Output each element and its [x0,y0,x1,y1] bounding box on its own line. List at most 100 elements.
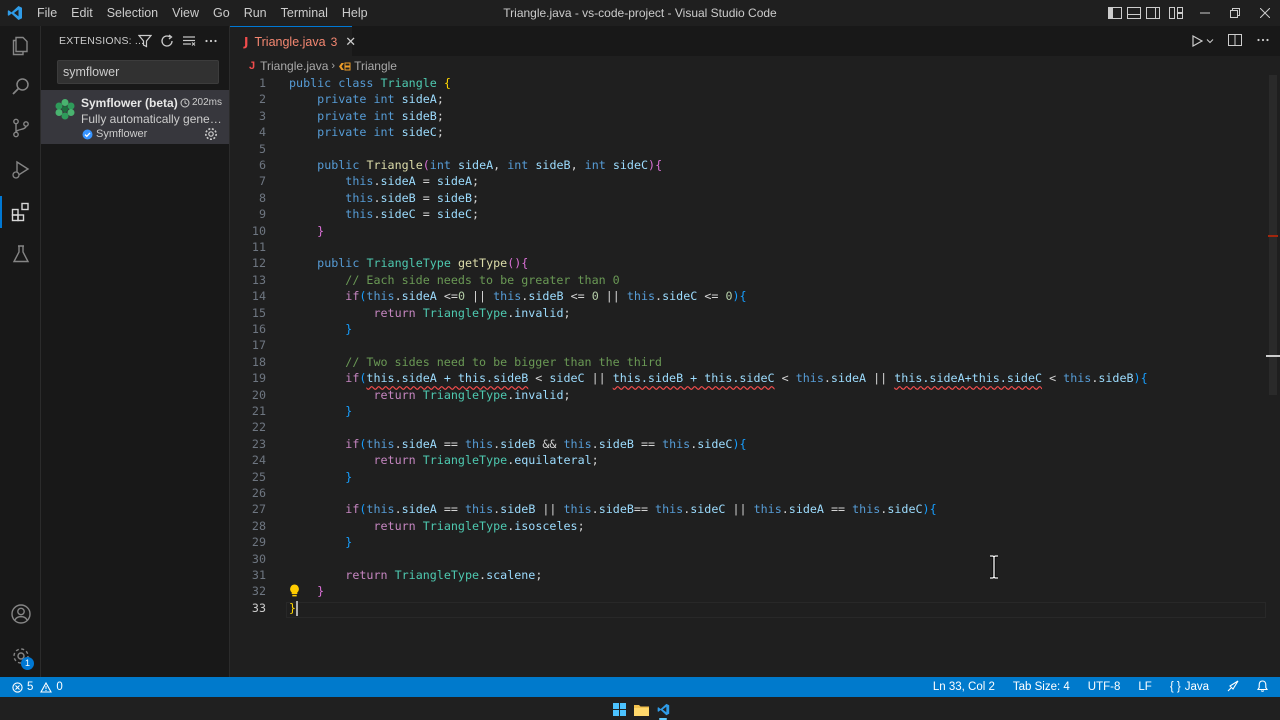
tab-size[interactable]: Tab Size: 4 [1013,681,1070,693]
menu-go[interactable]: Go [206,0,237,26]
encoding[interactable]: UTF-8 [1088,681,1121,693]
toggle-primary-sidebar-icon[interactable] [1105,0,1124,26]
breadcrumb-file[interactable]: Triangle.java [260,59,328,73]
refresh-icon[interactable] [159,33,175,49]
toggle-panel-icon[interactable] [1124,0,1143,26]
token-operator: = [415,207,437,222]
line-number: 20 [251,387,266,402]
editor-scrollbar[interactable] [1266,75,1280,675]
token-punct: . [591,502,599,517]
sidebar-header: EXTENSIONS: ... [41,26,229,56]
token-punct: , [493,158,508,172]
error-expression[interactable]: this.sideA + this.sideB [366,371,528,385]
problems-status[interactable]: 5 0 [12,677,63,697]
customize-layout-icon[interactable] [1162,0,1190,26]
token-keyword: this [345,190,374,205]
extension-settings-gear-icon[interactable] [204,127,218,141]
menu-terminal[interactable]: Terminal [274,0,335,26]
token-operator: < [528,371,550,386]
error-expression[interactable]: this.sideB + this.sideC [613,371,775,385]
token-variable: sideB [500,502,536,517]
menu-view[interactable]: View [165,0,206,26]
token-keyword: private [317,108,367,123]
menu-selection[interactable]: Selection [100,0,165,26]
windows-start-icon[interactable] [610,700,628,718]
chevron-down-icon[interactable] [1206,37,1214,45]
token-punct: ; [472,174,480,189]
token-operator: || [535,502,564,517]
code-editor[interactable]: 1 public class Triangle { 2 private int s… [230,75,1270,635]
extension-list-item[interactable]: Symflower (beta) 202ms Fully automatical… [41,90,229,144]
code-line: 10 } [230,223,1270,239]
toggle-secondary-sidebar-icon[interactable] [1143,0,1162,26]
more-actions-icon[interactable] [203,33,219,49]
editor-more-actions-icon[interactable] [1256,33,1270,50]
restore-icon[interactable] [1220,0,1250,26]
breadcrumb: J Triangle.java › Triangle [230,56,1280,76]
token-variable: sideA [401,289,437,304]
token-keyword: int [373,92,395,107]
minimize-icon[interactable] [1190,0,1220,26]
tab-triangle-java[interactable]: J Triangle.java 3 ✕ [230,26,356,56]
language-mode[interactable]: { } Java [1170,681,1209,693]
token-variable: sideA [436,174,472,189]
token-variable: sideA [380,174,416,189]
close-tab-icon[interactable]: ✕ [345,34,356,50]
vscode-logo-icon[interactable] [0,0,30,26]
menu-edit[interactable]: Edit [64,0,100,26]
token-type: TriangleType [422,305,508,320]
editor-tabs: J Triangle.java 3 ✕ [230,26,1280,56]
extension-name: Symflower (beta) [81,96,178,110]
token-operator: = [415,174,437,189]
token-operator: == [823,502,853,517]
split-editor-icon[interactable] [1228,33,1242,49]
line-number: 10 [251,223,266,238]
token-keyword: this [795,371,824,386]
manage-gear-icon[interactable]: 1 [0,636,41,676]
token-keyword: private [317,125,367,140]
run-debug-icon[interactable] [0,150,41,190]
token-brace: } [345,469,353,484]
token-operator: == [436,436,465,451]
filter-icon[interactable] [137,33,153,49]
source-control-icon[interactable] [0,108,41,148]
activity-bar: 1 [0,26,41,677]
line-number: 9 [258,207,266,222]
menu-help[interactable]: Help [335,0,375,26]
breadcrumb-symbol[interactable]: Triangle [354,59,397,73]
close-window-icon[interactable] [1250,0,1280,26]
file-explorer-icon[interactable] [632,700,650,718]
os-taskbar [0,697,1280,720]
extension-search-input[interactable]: symflower [57,60,219,84]
token-variable: sideB [1098,371,1134,386]
menu-run[interactable]: Run [237,0,274,26]
vscode-taskbar-icon[interactable] [654,700,672,720]
token-class-name: Triangle [380,76,437,90]
code-line: 1 public class Triangle { [230,75,1270,91]
token-punct: . [373,174,381,189]
cursor-position[interactable]: Ln 33, Col 2 [933,681,995,693]
line-number: 4 [258,125,266,140]
token-function: getType [457,256,508,271]
extension-publisher[interactable]: Symflower [82,128,147,140]
feedback-icon[interactable] [1227,680,1239,695]
extensions-icon[interactable] [0,192,41,232]
token-brace: { [739,436,747,451]
accounts-icon[interactable] [0,594,41,634]
run-file-icon[interactable] [1191,35,1214,47]
clear-icon[interactable] [181,33,197,49]
testing-icon[interactable] [0,234,41,274]
menu-file[interactable]: File [30,0,64,26]
search-icon[interactable] [0,67,41,107]
token-variable: sideB [598,436,634,451]
notifications-bell-icon[interactable] [1257,679,1268,695]
code-line: 12 public TriangleType getType(){ [230,255,1270,271]
code-line: 6 public Triangle(int sideA, int sideB, … [230,157,1270,173]
explorer-icon[interactable] [0,26,41,66]
line-number: 32 [251,584,266,599]
token-paren: ) [732,436,740,451]
error-expression[interactable]: this.sideA+this.sideC [894,371,1042,385]
line-number: 3 [258,108,266,123]
end-of-line[interactable]: LF [1138,681,1151,693]
line-number: 2 [258,92,266,107]
